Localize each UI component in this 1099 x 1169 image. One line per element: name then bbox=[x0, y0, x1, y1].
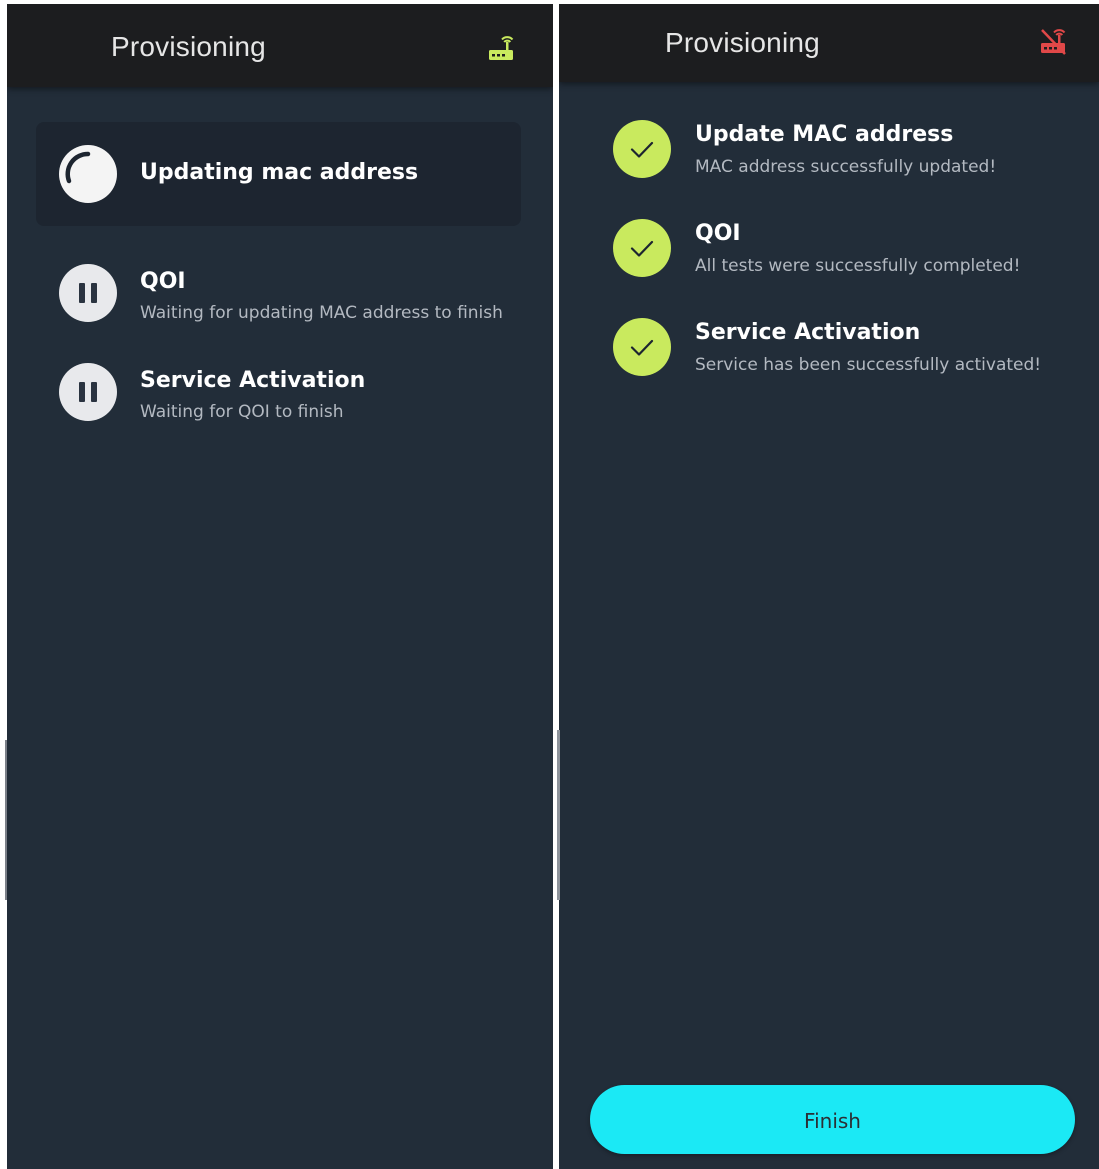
step-qoi: QOI All tests were successfully complete… bbox=[559, 215, 1099, 285]
step-service-activation: Service Activation Service has been succ… bbox=[559, 314, 1099, 384]
step-title: Update MAC address bbox=[695, 122, 954, 147]
screen-edge-marker bbox=[557, 730, 560, 900]
step-qoi: QOI Waiting for updating MAC address to … bbox=[7, 262, 553, 332]
router-wifi-off-icon[interactable] bbox=[1038, 26, 1068, 56]
check-icon bbox=[613, 120, 671, 178]
step-service-activation: Service Activation Waiting for QOI to fi… bbox=[7, 361, 553, 431]
app-bar: Provisioning bbox=[7, 4, 553, 87]
step-status: Service has been successfully activated! bbox=[695, 355, 1042, 375]
step-status: All tests were successfully completed! bbox=[695, 256, 1021, 276]
check-icon bbox=[613, 318, 671, 376]
step-update-mac-address: Updating mac address bbox=[36, 122, 521, 226]
provisioning-screen-in-progress: Provisioning Updating mac address QOI Wa… bbox=[7, 4, 553, 1169]
step-status: Waiting for QOI to finish bbox=[140, 402, 344, 422]
pause-icon bbox=[59, 264, 117, 322]
step-title: Updating mac address bbox=[140, 160, 419, 185]
step-title: Service Activation bbox=[140, 368, 366, 393]
step-title: Service Activation bbox=[695, 320, 921, 345]
provisioning-screen-complete: Provisioning Update MAC address MAC addr… bbox=[559, 4, 1099, 1169]
page-title: Provisioning bbox=[665, 27, 820, 58]
pause-icon bbox=[59, 363, 117, 421]
step-title: QOI bbox=[695, 221, 741, 246]
finish-button[interactable]: Finish bbox=[590, 1085, 1075, 1154]
step-update-mac-address: Update MAC address MAC address successfu… bbox=[559, 116, 1099, 186]
page-title: Provisioning bbox=[111, 31, 266, 62]
router-wifi-icon[interactable] bbox=[486, 33, 516, 63]
step-title: QOI bbox=[140, 269, 186, 294]
screen-edge-marker bbox=[5, 740, 7, 900]
spinner-icon bbox=[59, 145, 117, 203]
app-bar: Provisioning bbox=[559, 4, 1099, 82]
step-status: Waiting for updating MAC address to fini… bbox=[140, 303, 503, 323]
check-icon bbox=[613, 219, 671, 277]
step-status: MAC address successfully updated! bbox=[695, 157, 997, 177]
